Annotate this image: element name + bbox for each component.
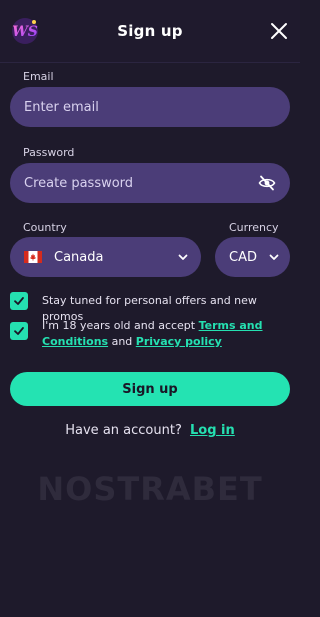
login-prompt-text: Have an account? <box>65 423 182 438</box>
page-title: Sign up <box>117 22 183 40</box>
terms-label: I'm 18 years old and accept Terms and Co… <box>42 318 272 350</box>
header-divider <box>0 62 300 63</box>
signup-button[interactable]: Sign up <box>10 372 290 406</box>
country-value: Canada <box>54 249 104 265</box>
terms-and: and <box>108 335 136 348</box>
email-field[interactable]: Enter email <box>10 87 290 127</box>
email-label: Email <box>23 70 54 83</box>
login-prompt: Have an account? Log in <box>0 423 300 438</box>
currency-select[interactable]: CAD <box>215 237 290 277</box>
chevron-down-icon <box>269 254 279 260</box>
close-icon[interactable] <box>270 22 288 40</box>
chevron-down-icon <box>178 254 188 260</box>
country-select[interactable]: Canada <box>10 237 201 277</box>
canada-flag-icon <box>24 251 42 263</box>
terms-checkbox[interactable] <box>10 322 28 340</box>
currency-value: CAD <box>229 249 257 265</box>
promos-checkbox[interactable] <box>10 292 28 310</box>
password-placeholder: Create password <box>24 175 134 191</box>
currency-label: Currency <box>229 221 279 234</box>
email-placeholder: Enter email <box>24 99 99 115</box>
checkmark-icon <box>14 297 24 305</box>
checkmark-icon <box>14 327 24 335</box>
privacy-link[interactable]: Privacy policy <box>136 335 222 348</box>
terms-prefix: I'm 18 years old and accept <box>42 319 199 332</box>
eye-slash-icon[interactable] <box>258 174 276 192</box>
password-field[interactable]: Create password <box>10 163 290 203</box>
password-label: Password <box>23 146 75 159</box>
watermark: NOSTRABET <box>37 470 263 508</box>
country-label: Country <box>23 221 67 234</box>
login-link[interactable]: Log in <box>190 423 235 438</box>
header: WS Sign up <box>0 0 300 62</box>
